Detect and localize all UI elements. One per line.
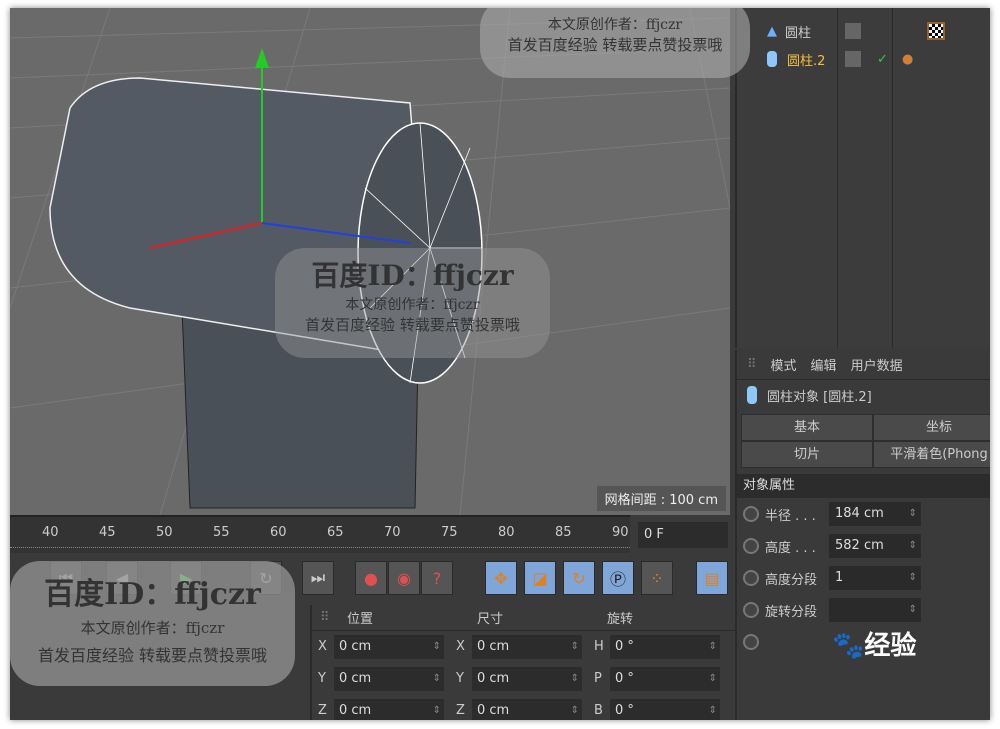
- coord-input[interactable]: 0 cm: [472, 667, 582, 691]
- rotation-header: 旋转: [607, 612, 634, 627]
- timeline-tick: 40: [42, 525, 59, 540]
- timeline-tick: 70: [384, 525, 401, 540]
- rotate-key-icon[interactable]: ↻: [563, 561, 595, 595]
- coord-input[interactable]: 0 cm: [334, 635, 444, 659]
- layer-icon: [845, 51, 861, 67]
- coord-row: Z 0 cm Z 0 cm B 0 °: [312, 695, 735, 720]
- coord-input[interactable]: 0 cm: [472, 635, 582, 659]
- coord-input[interactable]: 0 cm: [334, 667, 444, 691]
- animate-radio[interactable]: [743, 634, 759, 650]
- enabled-check-icon[interactable]: ✓: [877, 52, 888, 67]
- animate-radio[interactable]: [743, 602, 759, 618]
- material-tag-icon[interactable]: [927, 22, 945, 40]
- height-segments-input[interactable]: 1: [829, 566, 921, 590]
- coord-input[interactable]: 0 °: [610, 699, 720, 720]
- menu-mode[interactable]: 模式: [771, 355, 797, 374]
- coord-input[interactable]: 0 cm: [472, 699, 582, 720]
- coord-axis-label: Y: [456, 671, 464, 686]
- coord-axis-label: B: [594, 703, 603, 718]
- coord-axis-label: X: [318, 639, 327, 654]
- size-header: 尺寸: [477, 612, 504, 627]
- coord-input[interactable]: 0 °: [610, 667, 720, 691]
- cylinder-icon: [767, 51, 777, 67]
- pla-key-icon[interactable]: ⁘: [641, 561, 673, 595]
- object-name: 圆柱: [785, 25, 812, 41]
- tab-coordinates[interactable]: 坐标: [873, 414, 990, 441]
- attribute-manager: ⠿ 模式 编辑 用户数据 圆柱对象 [圆柱.2] 基本 坐标 切片 平滑着色(P…: [735, 350, 990, 720]
- tab-basic[interactable]: 基本: [741, 414, 873, 441]
- timeline-tick: 85: [555, 525, 572, 540]
- coord-axis-label: Z: [318, 703, 327, 718]
- layer-icon: [845, 23, 861, 39]
- rotation-segments-input[interactable]: [829, 598, 921, 622]
- timeline-tick: 65: [327, 525, 344, 540]
- object-row-selected[interactable]: 圆柱.2 ✓ ●: [737, 46, 990, 72]
- watermark: 百度ID：ffjczr 本文原创作者：ffjczr 首发百度经验 转载要点赞投票…: [275, 248, 550, 358]
- timeline-ruler[interactable]: 40 45 50 55 60 65 70 75 80 85 90: [10, 515, 630, 553]
- auto-key-button[interactable]: ◉: [388, 561, 420, 595]
- tab-phong[interactable]: 平滑着色(Phong: [873, 441, 990, 468]
- film-icon[interactable]: ▤: [696, 561, 728, 595]
- coord-input[interactable]: 0 cm: [334, 699, 444, 720]
- menu-user-data[interactable]: 用户数据: [851, 355, 903, 374]
- timeline-tick: 90: [612, 525, 629, 540]
- object-name: 圆柱.2: [787, 53, 826, 69]
- coord-input[interactable]: 0 °: [610, 635, 720, 659]
- object-row[interactable]: ▲ 圆柱: [737, 18, 990, 44]
- timeline-tick: 80: [498, 525, 515, 540]
- position-header: 位置: [347, 612, 374, 627]
- move-key-icon[interactable]: ✥: [485, 561, 517, 595]
- timeline-tick: 60: [270, 525, 287, 540]
- timeline-tick: 50: [156, 525, 173, 540]
- timeline-tick: 75: [441, 525, 458, 540]
- animate-radio[interactable]: [743, 506, 759, 522]
- coord-row: Y 0 cm Y 0 cm P 0 °: [312, 663, 735, 695]
- radius-label: 半径 . . .: [765, 508, 816, 524]
- watermark: 本文原创作者：ffjczr 首发百度经验 转载要点赞投票哦: [480, 8, 750, 78]
- baidu-jingyan-logo: 🐾经验: [832, 631, 917, 661]
- object-manager: ▲ 圆柱 圆柱.2 ✓ ●: [735, 8, 990, 348]
- timeline-tick: 45: [99, 525, 116, 540]
- grip-icon: ⠿: [320, 610, 330, 625]
- cylinder-icon: [747, 386, 757, 404]
- section-object-properties: 对象属性: [737, 474, 990, 498]
- keyframe-selection-button[interactable]: ?: [421, 561, 453, 595]
- scale-key-icon[interactable]: ◪: [524, 561, 556, 595]
- grip-icon: ⠿: [747, 357, 757, 372]
- param-key-icon[interactable]: Ⓟ: [602, 561, 634, 595]
- watermark: 百度ID：ffjczr 本文原创作者：ffjczr 首发百度经验 转载要点赞投票…: [10, 561, 295, 686]
- timeline-tick: 55: [213, 525, 230, 540]
- height-segments-label: 高度分段: [765, 572, 818, 588]
- record-keys-button[interactable]: ●: [355, 561, 387, 595]
- coordinates-manager: ⠿ 位置 尺寸 旋转 X0 cmX0 cmH0 °Y0 cmY0 cmP0 °Z…: [310, 605, 735, 720]
- object-title: 圆柱对象 [圆柱.2]: [767, 389, 872, 405]
- animate-radio[interactable]: [743, 570, 759, 586]
- coord-axis-label: Z: [456, 703, 465, 718]
- coord-axis-label: P: [594, 671, 602, 686]
- coord-axis-label: H: [594, 639, 604, 654]
- height-input[interactable]: 582 cm: [829, 534, 921, 558]
- goto-end-button[interactable]: ⏭: [302, 561, 334, 595]
- coord-axis-label: X: [456, 639, 465, 654]
- tab-slice[interactable]: 切片: [741, 441, 873, 468]
- height-label: 高度 . . .: [765, 540, 816, 556]
- menu-edit[interactable]: 编辑: [811, 355, 837, 374]
- cone-icon: ▲: [767, 23, 777, 39]
- current-frame-field[interactable]: 0 F: [638, 522, 728, 548]
- phong-tag-icon[interactable]: ●: [902, 52, 913, 67]
- cinema4d-window: 网格间距 : 100 cm ▲ 圆柱 圆柱.2 ✓ ● ⠿ 模式 编辑 用户数据…: [10, 8, 990, 720]
- coord-row: X 0 cm X 0 cm H 0 °: [312, 631, 735, 663]
- radius-input[interactable]: 184 cm: [829, 502, 921, 526]
- animate-radio[interactable]: [743, 538, 759, 554]
- rotation-segments-label: 旋转分段: [765, 604, 818, 620]
- coord-axis-label: Y: [318, 671, 326, 686]
- grid-spacing-label: 网格间距 : 100 cm: [596, 486, 726, 511]
